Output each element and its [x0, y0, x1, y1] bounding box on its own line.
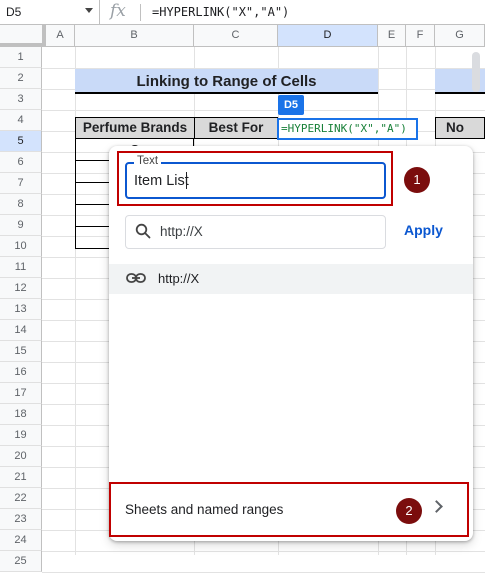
divider [140, 4, 141, 21]
column-header-b[interactable]: B [75, 25, 194, 47]
name-box-value: D5 [6, 5, 22, 19]
row-header-17[interactable]: 17 [0, 383, 42, 404]
active-cell-d5[interactable]: =HYPERLINK("X","A") [277, 118, 418, 140]
column-header-a[interactable]: A [46, 25, 75, 47]
select-all-corner[interactable] [0, 25, 46, 47]
row-header-18[interactable]: 18 [0, 404, 42, 425]
search-icon [135, 223, 151, 239]
row-header-14[interactable]: 14 [0, 320, 42, 341]
column-header-c[interactable]: C [194, 25, 278, 47]
step-badge-1: 1 [404, 167, 430, 193]
link-suggestion-text: http://X [158, 271, 200, 286]
row-header-9[interactable]: 9 [0, 215, 42, 236]
text-field-value[interactable]: Item List [134, 173, 189, 189]
apply-button[interactable]: Apply [404, 222, 443, 238]
link-search-value[interactable]: http://X [160, 224, 203, 239]
scrollbar[interactable] [472, 52, 480, 92]
row-header-11[interactable]: 11 [0, 257, 42, 278]
chevron-down-icon[interactable] [85, 8, 93, 13]
link-icon [126, 273, 146, 283]
row-header-16[interactable]: 16 [0, 362, 42, 383]
row-header-21[interactable]: 21 [0, 467, 42, 488]
formula-bar: D5 fx =HYPERLINK("X","A") [0, 0, 485, 25]
grid-line [42, 110, 485, 111]
sheet-title: Linking to Range of Cells [75, 69, 378, 94]
row-header-2[interactable]: 2 [0, 68, 42, 89]
name-box[interactable]: D5 [0, 0, 100, 25]
column-header-f[interactable]: F [406, 25, 435, 47]
row-header-4[interactable]: 4 [0, 110, 42, 131]
text-cursor [186, 172, 187, 189]
row-header-5[interactable]: 5 [0, 131, 42, 152]
row-header-22[interactable]: 22 [0, 488, 42, 509]
text-field-label: Text [134, 155, 162, 167]
column-header-g[interactable]: G [435, 25, 485, 47]
row-header-25[interactable]: 25 [0, 551, 42, 572]
row-header-7[interactable]: 7 [0, 173, 42, 194]
row-header-1[interactable]: 1 [0, 47, 42, 68]
formula-input[interactable]: =HYPERLINK("X","A") [152, 5, 289, 19]
row-header-23[interactable]: 23 [0, 509, 42, 530]
header-g: No [435, 117, 485, 139]
column-header-e[interactable]: E [378, 25, 406, 47]
row-header-13[interactable]: 13 [0, 299, 42, 320]
grid-line [42, 551, 485, 552]
cell-formula: =HYPERLINK("X","A") [281, 122, 407, 135]
row-header-19[interactable]: 19 [0, 425, 42, 446]
function-icon: fx [110, 1, 126, 21]
row-header-10[interactable]: 10 [0, 236, 42, 257]
row-header-12[interactable]: 12 [0, 278, 42, 299]
column-header-d[interactable]: D [278, 25, 378, 47]
header-best-for: Best For [194, 117, 278, 139]
row-header-8[interactable]: 8 [0, 194, 42, 215]
row-header-15[interactable]: 15 [0, 341, 42, 362]
row-header-20[interactable]: 20 [0, 446, 42, 467]
step-badge-2: 2 [396, 498, 422, 524]
header-perfume-brands: Perfume Brands [75, 117, 195, 139]
active-cell-tag: D5 [278, 95, 304, 115]
sheets-and-named-ranges-option[interactable]: Sheets and named ranges [125, 502, 283, 517]
row-header-3[interactable]: 3 [0, 89, 42, 110]
row-header-24[interactable]: 24 [0, 530, 42, 551]
row-header-6[interactable]: 6 [0, 152, 42, 173]
